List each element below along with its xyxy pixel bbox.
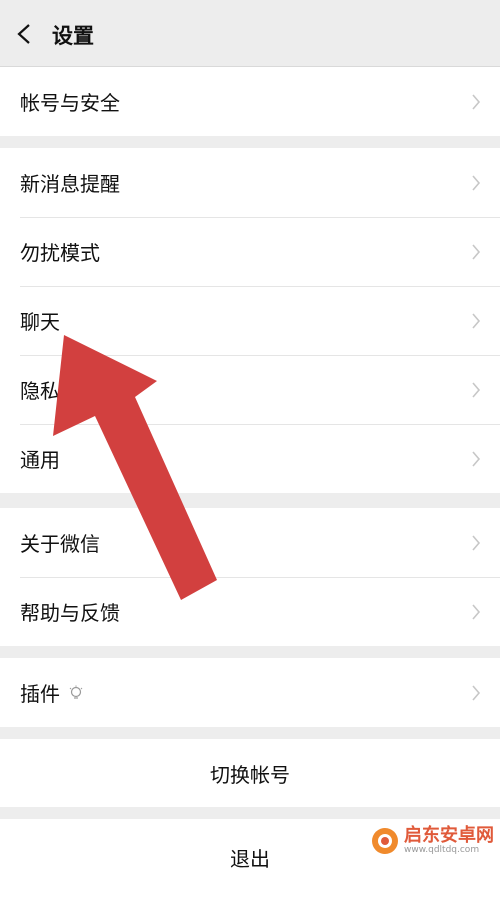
- settings-group-about: 关于微信 帮助与反馈: [0, 508, 500, 646]
- settings-item-chat[interactable]: 聊天: [0, 286, 500, 355]
- chevron-right-icon: [472, 450, 481, 467]
- settings-item-help-feedback[interactable]: 帮助与反馈: [0, 577, 500, 646]
- settings-item-plugins[interactable]: 插件: [0, 658, 500, 727]
- settings-item-label: 插件: [20, 682, 60, 706]
- logout-label: 退出: [230, 847, 270, 871]
- chevron-right-icon: [472, 381, 481, 398]
- settings-item-label: 关于微信: [20, 532, 100, 556]
- settings-item-label: 通用: [20, 448, 60, 472]
- settings-group-account: 帐号与安全: [0, 67, 500, 136]
- settings-item-privacy[interactable]: 隐私: [0, 355, 500, 424]
- watermark-logo-icon: [372, 828, 398, 854]
- settings-item-label: 聊天: [20, 310, 60, 334]
- chevron-right-icon: [472, 243, 481, 260]
- chevron-right-icon: [472, 93, 481, 110]
- plugin-bulb-icon: [69, 685, 83, 699]
- settings-group-plugins: 插件: [0, 658, 500, 727]
- settings-item-label: 帐号与安全: [20, 91, 120, 115]
- watermark-text: 启东安卓网: [404, 825, 494, 846]
- settings-item-label: 勿扰模式: [20, 241, 100, 265]
- settings-item-general[interactable]: 通用: [0, 424, 500, 493]
- page-title: 设置: [52, 24, 94, 48]
- switch-account-button[interactable]: 切换帐号: [0, 739, 500, 807]
- chevron-right-icon: [472, 174, 481, 191]
- settings-item-label: 新消息提醒: [20, 172, 120, 196]
- chevron-right-icon: [472, 603, 481, 620]
- settings-group-main: 新消息提醒 勿扰模式 聊天 隐私 通用: [0, 148, 500, 493]
- watermark-url: www.qdltdq.com: [404, 845, 480, 855]
- chevron-right-icon: [472, 312, 481, 329]
- settings-item-label: 帮助与反馈: [20, 601, 120, 625]
- switch-account-label: 切换帐号: [210, 762, 290, 787]
- settings-item-do-not-disturb[interactable]: 勿扰模式: [0, 217, 500, 286]
- chevron-right-icon: [472, 684, 481, 701]
- watermark: 启东安卓网 www.qdltdq.com: [370, 826, 494, 856]
- chevron-right-icon: [472, 534, 481, 551]
- settings-item-about-wechat[interactable]: 关于微信: [0, 508, 500, 577]
- settings-item-label: 隐私: [20, 379, 60, 403]
- settings-item-account-security[interactable]: 帐号与安全: [0, 67, 500, 136]
- back-arrow-icon[interactable]: [14, 22, 36, 46]
- settings-item-notifications[interactable]: 新消息提醒: [0, 148, 500, 217]
- header-bar: 设置: [0, 0, 500, 67]
